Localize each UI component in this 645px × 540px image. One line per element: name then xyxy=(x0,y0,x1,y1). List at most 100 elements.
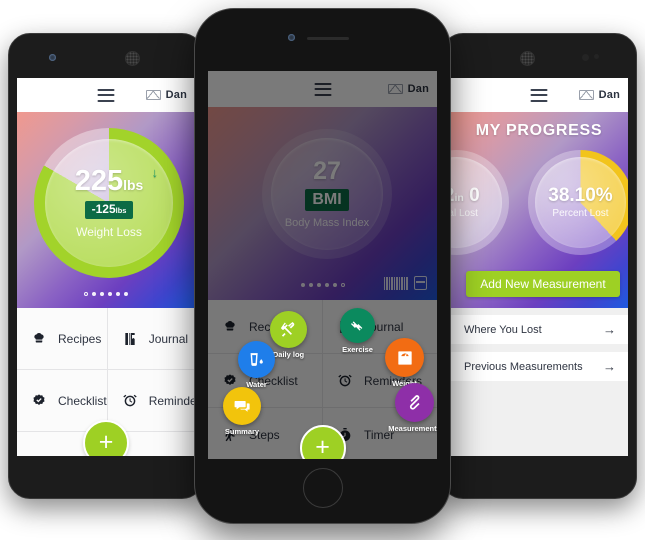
tile-recipes[interactable]: Recipes xyxy=(17,308,107,369)
runner-icon xyxy=(31,455,47,457)
percent-lost-ring-face: 38.10% Percent Lost xyxy=(535,157,626,248)
tape-measure-icon xyxy=(409,395,420,410)
speed-dial-weight[interactable]: Weight xyxy=(385,338,424,388)
hamburger-icon[interactable] xyxy=(97,88,115,102)
center-phone-device: Dan 27 BMI Body Mass Index Journal Check… xyxy=(194,8,451,524)
arrow-right-icon: → xyxy=(603,322,616,337)
list-item-where-you-lost[interactable]: Where You Lost → xyxy=(450,315,628,344)
speed-dial-measurements[interactable]: Measurements xyxy=(388,383,437,433)
left-phone-screen: Dan 225lbs -125lbs Weight Loss ↓ Recipes… xyxy=(17,78,195,456)
home-button[interactable] xyxy=(302,468,343,508)
percent-lost-label: Percent Lost xyxy=(552,208,609,219)
list-item-label: Where You Lost xyxy=(464,323,542,336)
arrow-down-icon: ↓ xyxy=(151,165,159,180)
barcode-tools xyxy=(384,276,427,290)
tile-label: Timer xyxy=(149,456,179,457)
speed-dial-summary[interactable]: Summary xyxy=(223,387,261,436)
app-header: Dan xyxy=(17,78,195,112)
pager-dot[interactable] xyxy=(108,292,112,296)
bmi-hero-panel: 27 BMI Body Mass Index xyxy=(208,107,437,300)
scale-icon xyxy=(397,350,412,365)
percent-lost-value: 38.10% xyxy=(548,185,613,206)
user-name: Dan xyxy=(165,89,187,101)
speed-dial-label: Exercise xyxy=(342,345,373,354)
tile-reminders[interactable]: Reminders xyxy=(107,370,195,431)
pager-dots[interactable] xyxy=(84,292,128,296)
pager-dot[interactable] xyxy=(116,292,120,296)
tile-label: Recipes xyxy=(58,331,102,346)
left-phone-device: Dan 225lbs -125lbs Weight Loss ↓ Recipes… xyxy=(8,33,204,499)
hamburger-icon[interactable] xyxy=(314,82,331,96)
pager-dot[interactable] xyxy=(100,292,104,296)
right-phone-bezel-bottom xyxy=(442,456,636,502)
left-phone-bezel-bottom xyxy=(9,456,203,502)
pager-dot[interactable] xyxy=(308,283,313,287)
speed-dial-label: Summary xyxy=(224,427,260,436)
bmi-label: Body Mass Index xyxy=(284,217,370,230)
center-phone-bezel-top xyxy=(195,9,450,71)
total-lost-value: 12in 0 xyxy=(450,185,480,206)
pager-dot[interactable] xyxy=(332,283,337,287)
weight-loss-ring-face: 225lbs -125lbs Weight Loss xyxy=(45,139,173,267)
envelope-icon[interactable] xyxy=(145,90,161,100)
chat-bubbles-icon xyxy=(234,400,250,412)
progress-hero-panel: MY PROGRESS 12in 0 Total Lost 38.10% Per… xyxy=(450,112,628,308)
list-item-label: Previous Measurements xyxy=(464,360,583,373)
header-right-group: Dan xyxy=(145,89,187,101)
left-phone-bezel-top xyxy=(9,34,203,78)
tile-label: Checklist xyxy=(58,393,107,408)
app-header: Dan xyxy=(208,71,437,107)
front-camera-icon xyxy=(582,54,589,61)
speed-dial-label: Daily log xyxy=(272,350,305,359)
tile-journal[interactable]: Journal xyxy=(107,308,195,369)
sensor-icon xyxy=(594,54,599,59)
earpiece-speaker-icon xyxy=(307,37,349,40)
weight-loss-ring[interactable]: 225lbs -125lbs Weight Loss ↓ xyxy=(34,128,184,278)
bmi-value: 27 xyxy=(313,156,341,185)
barcode-scanner-icon[interactable] xyxy=(414,276,427,290)
fork-knife-icon xyxy=(281,322,295,337)
add-new-measurement-button[interactable]: Add New Measurement xyxy=(466,271,620,297)
promo-composition: Dan 225lbs -125lbs Weight Loss ↓ Recipes… xyxy=(0,0,645,540)
weight-value: 225lbs xyxy=(74,165,144,198)
pager-dot[interactable] xyxy=(84,292,88,296)
weight-ring-label: Weight Loss xyxy=(76,224,142,239)
bmi-ring-face: 27 BMI Body Mass Index xyxy=(271,138,383,250)
hamburger-icon[interactable] xyxy=(530,88,548,102)
percent-lost-ring[interactable]: 38.10% Percent Lost xyxy=(528,150,628,255)
dumbbell-icon xyxy=(350,320,362,331)
chef-hat-icon xyxy=(222,319,238,335)
pager-dot[interactable] xyxy=(341,283,345,287)
tile-label: Journal xyxy=(148,331,189,346)
front-camera-icon xyxy=(288,34,295,41)
user-name: Dan xyxy=(407,83,429,95)
pager-dot[interactable] xyxy=(324,283,329,287)
tile-label: Reminders xyxy=(148,393,195,408)
water-glass-icon xyxy=(250,353,263,366)
speed-dial-water[interactable]: Water xyxy=(238,341,275,389)
pager-dot[interactable] xyxy=(92,292,96,296)
tile-checklist[interactable]: Checklist xyxy=(17,370,107,431)
pager-dots[interactable] xyxy=(300,283,345,287)
book-icon xyxy=(122,331,138,347)
speed-dial-exercise[interactable]: Exercise xyxy=(340,308,375,354)
weight-delta-badge: -125lbs xyxy=(84,201,134,219)
speed-dial-daily-log[interactable]: Daily log xyxy=(270,311,307,359)
pager-dot[interactable] xyxy=(316,283,321,287)
right-phone-bezel-top xyxy=(442,34,636,78)
measurement-list: Where You Lost → Previous Measurements → xyxy=(450,308,628,456)
total-lost-ring[interactable]: 12in 0 Total Lost xyxy=(450,150,509,255)
pager-dot[interactable] xyxy=(124,292,128,296)
page-title: MY PROGRESS xyxy=(475,122,603,139)
list-item-previous-measurements[interactable]: Previous Measurements → xyxy=(450,352,628,381)
alarm-clock-icon xyxy=(337,373,353,389)
center-phone-bezel-bottom xyxy=(195,459,450,523)
total-lost-label: Total Lost xyxy=(450,208,478,219)
bmi-ring[interactable]: 27 BMI Body Mass Index xyxy=(262,129,392,259)
check-badge-icon xyxy=(31,393,47,409)
pager-dot[interactable] xyxy=(300,283,305,287)
envelope-icon[interactable] xyxy=(578,90,594,100)
envelope-icon[interactable] xyxy=(387,84,403,94)
front-camera-icon xyxy=(49,54,56,61)
barcode-icon[interactable] xyxy=(384,277,408,290)
